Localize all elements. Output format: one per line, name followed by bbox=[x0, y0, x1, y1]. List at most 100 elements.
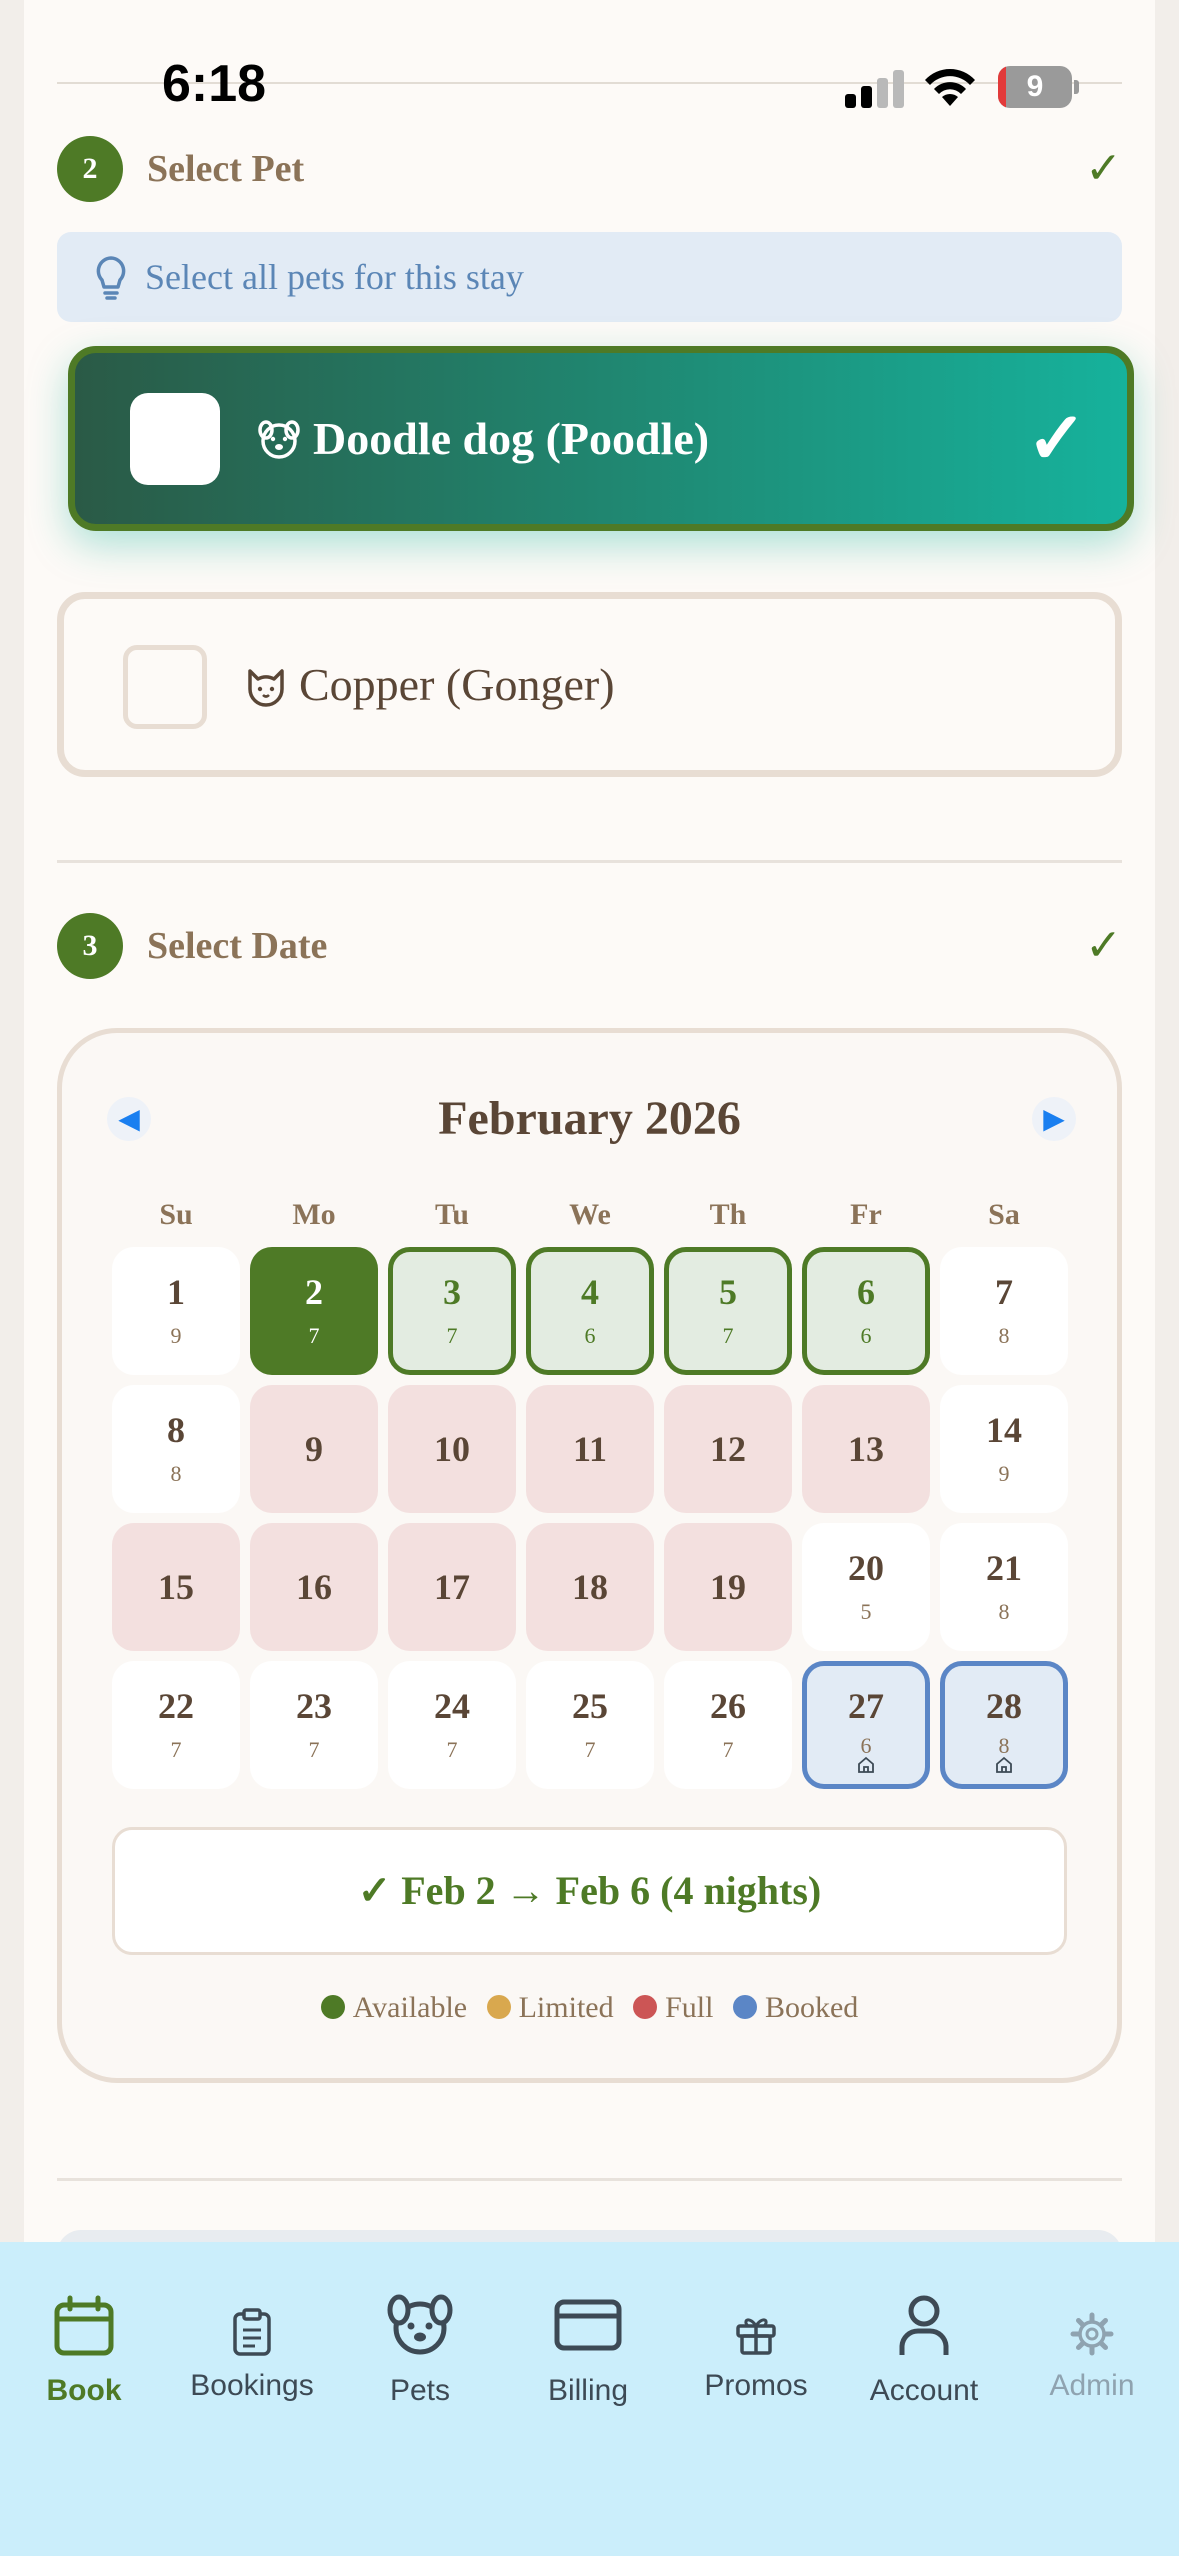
tab-label: Account bbox=[869, 2374, 979, 2407]
calendar-day-20[interactable]: 20 5 bbox=[802, 1523, 930, 1651]
calendar-day-4[interactable]: 46 bbox=[526, 1247, 654, 1375]
step-number-badge: 3 bbox=[57, 913, 123, 979]
person-icon bbox=[899, 2295, 949, 2355]
calendar-day-21[interactable]: 21 8 bbox=[940, 1523, 1068, 1651]
lightbulb-icon bbox=[96, 256, 126, 300]
day-number: 11 bbox=[572, 1429, 607, 1469]
calendar-day-14[interactable]: 14 9 bbox=[940, 1385, 1068, 1513]
calendar-day-10[interactable]: 10 bbox=[388, 1385, 516, 1513]
availability-count: 6 bbox=[584, 1323, 596, 1348]
calendar-day-26[interactable]: 26 7 bbox=[664, 1661, 792, 1789]
legend-label: Booked bbox=[764, 1991, 859, 2024]
legend-dot bbox=[486, 1995, 511, 2019]
calendar-day-1[interactable]: 19 bbox=[112, 1247, 240, 1375]
selected-range-summary: ✓ Feb 2 → Feb 6 (4 nights) bbox=[112, 1827, 1067, 1955]
weekday-label: We bbox=[569, 1198, 611, 1231]
tab-bookings[interactable]: Bookings bbox=[168, 2242, 336, 2442]
day-number: 4 bbox=[581, 1272, 599, 1312]
availability-count: 7 bbox=[170, 1737, 182, 1762]
legend-dot bbox=[320, 1995, 345, 2019]
legend-limited: Limited bbox=[486, 1991, 614, 2025]
calendar-day-8[interactable]: 88 bbox=[112, 1385, 240, 1513]
tab-label: Bookings bbox=[190, 2369, 314, 2402]
calendar-day-25[interactable]: 25 7 bbox=[526, 1661, 654, 1789]
day-number: 25 bbox=[572, 1686, 608, 1726]
calendar-day-24[interactable]: 24 7 bbox=[388, 1661, 516, 1789]
day-number: 9 bbox=[305, 1429, 323, 1469]
availability-count: 6 bbox=[860, 1323, 872, 1348]
section-title: Select Date bbox=[147, 925, 328, 967]
clipboard-icon bbox=[233, 2308, 271, 2356]
bottom-tab-bar: Book Bookings Pets Billing Promos Accoun… bbox=[0, 2242, 1179, 2556]
calendar-day-7[interactable]: 78 bbox=[940, 1247, 1068, 1375]
calendar-day-9[interactable]: 9 bbox=[250, 1385, 378, 1513]
day-number: 27 bbox=[848, 1686, 884, 1726]
weekday-label: Su bbox=[159, 1198, 193, 1231]
calendar-day-27[interactable]: 27 6 bbox=[802, 1661, 930, 1789]
calendar-day-18[interactable]: 18 bbox=[526, 1523, 654, 1651]
weekday-label: Mo bbox=[292, 1198, 336, 1231]
weekday-label: Fr bbox=[850, 1198, 882, 1231]
tab-label: Admin bbox=[1049, 2369, 1135, 2402]
day-number: 10 bbox=[434, 1429, 470, 1469]
tab-book[interactable]: Book bbox=[0, 2242, 168, 2442]
day-number: 19 bbox=[710, 1567, 746, 1607]
tab-admin[interactable]: Admin bbox=[1008, 2242, 1176, 2442]
availability-count: 9 bbox=[998, 1461, 1010, 1486]
pet-option-doodle-dog[interactable]: Doodle dog (Poodle) ✓ bbox=[68, 346, 1134, 531]
gift-icon bbox=[736, 2318, 776, 2355]
availability-count: 8 bbox=[998, 1599, 1010, 1624]
day-number: 22 bbox=[158, 1686, 194, 1726]
day-number: 8 bbox=[167, 1410, 185, 1450]
calendar-day-5[interactable]: 57 bbox=[664, 1247, 792, 1375]
tab-label: Book bbox=[46, 2374, 122, 2407]
home-icon bbox=[996, 1756, 1012, 1773]
pet-checkbox[interactable] bbox=[123, 645, 207, 729]
calendar-day-22[interactable]: 22 7 bbox=[112, 1661, 240, 1789]
calendar-day-11[interactable]: 11 bbox=[526, 1385, 654, 1513]
availability-count: 8 bbox=[998, 1323, 1010, 1348]
tab-pets[interactable]: Pets bbox=[336, 2242, 504, 2442]
calendar-day-12[interactable]: 12 bbox=[664, 1385, 792, 1513]
day-number: 7 bbox=[995, 1272, 1013, 1312]
calendar-day-19[interactable]: 19 bbox=[664, 1523, 792, 1651]
next-month-button[interactable]: ▶ bbox=[1032, 1097, 1076, 1141]
pet-checkbox[interactable] bbox=[130, 393, 220, 485]
calendar-day-6[interactable]: 66 bbox=[802, 1247, 930, 1375]
legend-full: Full bbox=[633, 1991, 713, 2025]
day-number: 13 bbox=[848, 1429, 884, 1469]
calendar-day-17[interactable]: 17 bbox=[388, 1523, 516, 1651]
calendar-day-23[interactable]: 23 7 bbox=[250, 1661, 378, 1789]
day-number: 5 bbox=[719, 1272, 737, 1312]
calendar-icon bbox=[54, 2295, 114, 2356]
tab-account[interactable]: Account bbox=[840, 2242, 1008, 2442]
availability-count: 9 bbox=[170, 1323, 182, 1348]
calendar-day-15[interactable]: 15 bbox=[112, 1523, 240, 1651]
calendar-day-3[interactable]: 37 bbox=[388, 1247, 516, 1375]
tab-promos[interactable]: Promos bbox=[672, 2242, 840, 2442]
section-complete-check-icon: ✓ bbox=[1085, 921, 1122, 970]
calendar-day-2[interactable]: 27 bbox=[250, 1247, 378, 1375]
day-number: 23 bbox=[296, 1686, 332, 1726]
calendar-day-13[interactable]: 13 bbox=[802, 1385, 930, 1513]
availability-count: 7 bbox=[446, 1323, 458, 1348]
calendar-day-28[interactable]: 28 8 bbox=[940, 1661, 1068, 1789]
legend-available: Available bbox=[320, 1991, 467, 2025]
day-number: 18 bbox=[572, 1567, 608, 1607]
day-number: 12 bbox=[710, 1429, 746, 1469]
tab-billing[interactable]: Billing bbox=[504, 2242, 672, 2442]
day-number: 14 bbox=[986, 1410, 1022, 1450]
gear-icon bbox=[1070, 2312, 1114, 2356]
day-number: 28 bbox=[986, 1686, 1022, 1726]
hint-text: Select all pets for this stay bbox=[145, 257, 524, 297]
calendar-legend: Available Limited Full Booked bbox=[62, 1991, 1117, 2025]
availability-count: 7 bbox=[722, 1737, 734, 1762]
section-divider bbox=[57, 2178, 1122, 2181]
dog-icon bbox=[387, 2294, 453, 2355]
legend-booked: Booked bbox=[732, 1991, 859, 2025]
calendar-day-16[interactable]: 16 bbox=[250, 1523, 378, 1651]
select-date-header: 3 Select Date ✓ bbox=[57, 913, 1122, 979]
pet-option-copper[interactable]: Copper (Gonger) bbox=[57, 592, 1122, 777]
day-number: 17 bbox=[434, 1567, 470, 1607]
legend-dot bbox=[732, 1995, 757, 2019]
